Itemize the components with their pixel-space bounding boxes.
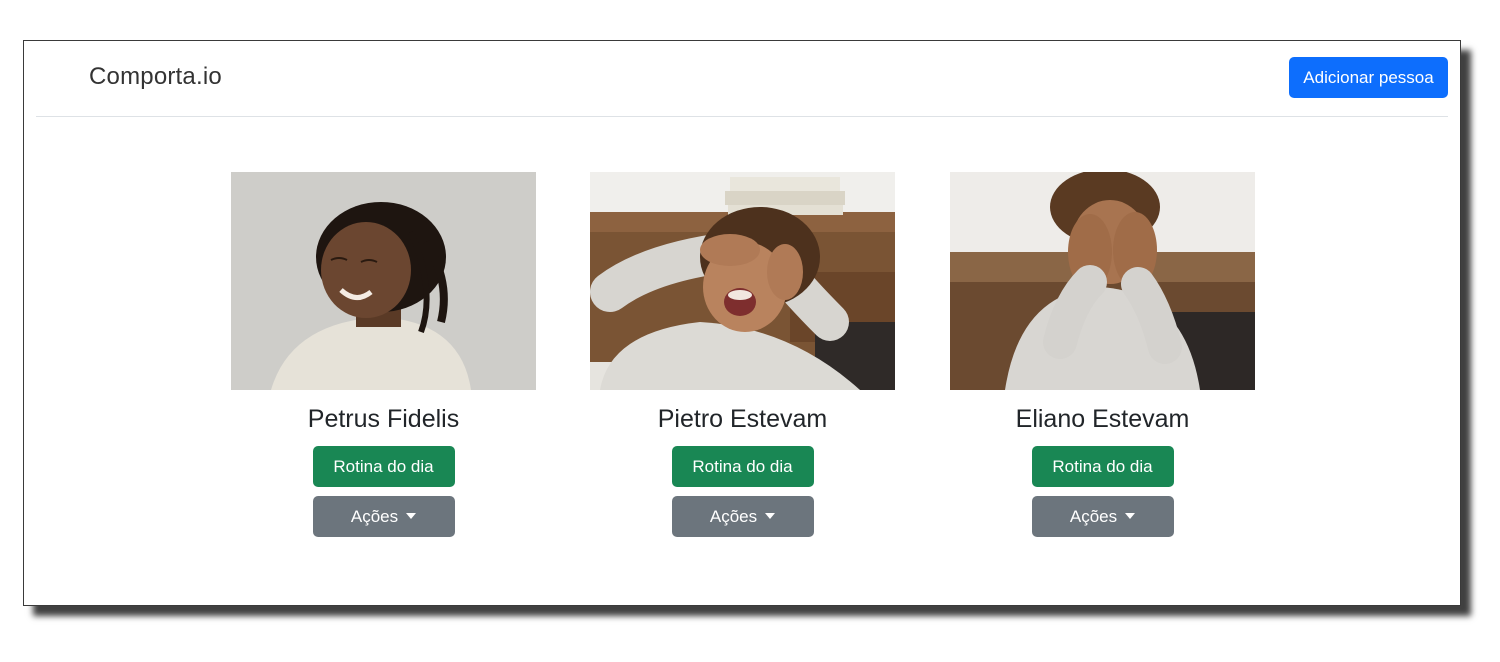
add-person-button[interactable]: Adicionar pessoa <box>1289 57 1448 98</box>
caret-down-icon <box>1125 512 1136 519</box>
person-name: Petrus Fidelis <box>307 405 460 433</box>
actions-label: Ações <box>709 506 758 526</box>
navbar: Comporta.io Adicionar pessoa <box>36 41 1448 117</box>
person-card: Petrus Fidelis Rotina do dia Ações <box>231 172 536 537</box>
routine-button[interactable]: Rotina do dia <box>312 446 455 487</box>
person-name: Pietro Estevam <box>657 405 828 433</box>
person-photo <box>950 172 1255 390</box>
app-window: Comporta.io Adicionar pessoa Petrus Fide… <box>23 40 1461 606</box>
actions-label: Ações <box>350 506 399 526</box>
actions-dropdown-button[interactable]: Ações <box>312 496 455 537</box>
person-photo <box>231 172 536 390</box>
caret-down-icon <box>765 512 776 519</box>
actions-dropdown-button[interactable]: Ações <box>1031 496 1174 537</box>
brand-title[interactable]: Comporta.io <box>89 63 222 91</box>
person-name: Eliano Estevam <box>1015 405 1190 433</box>
actions-label: Ações <box>1069 506 1118 526</box>
routine-button[interactable]: Rotina do dia <box>1031 446 1174 487</box>
caret-down-icon <box>406 512 417 519</box>
person-card: Pietro Estevam Rotina do dia Ações <box>590 172 895 537</box>
actions-dropdown-button[interactable]: Ações <box>671 496 814 537</box>
routine-button[interactable]: Rotina do dia <box>671 446 814 487</box>
person-card: Eliano Estevam Rotina do dia Ações <box>950 172 1255 537</box>
person-photo <box>590 172 895 390</box>
